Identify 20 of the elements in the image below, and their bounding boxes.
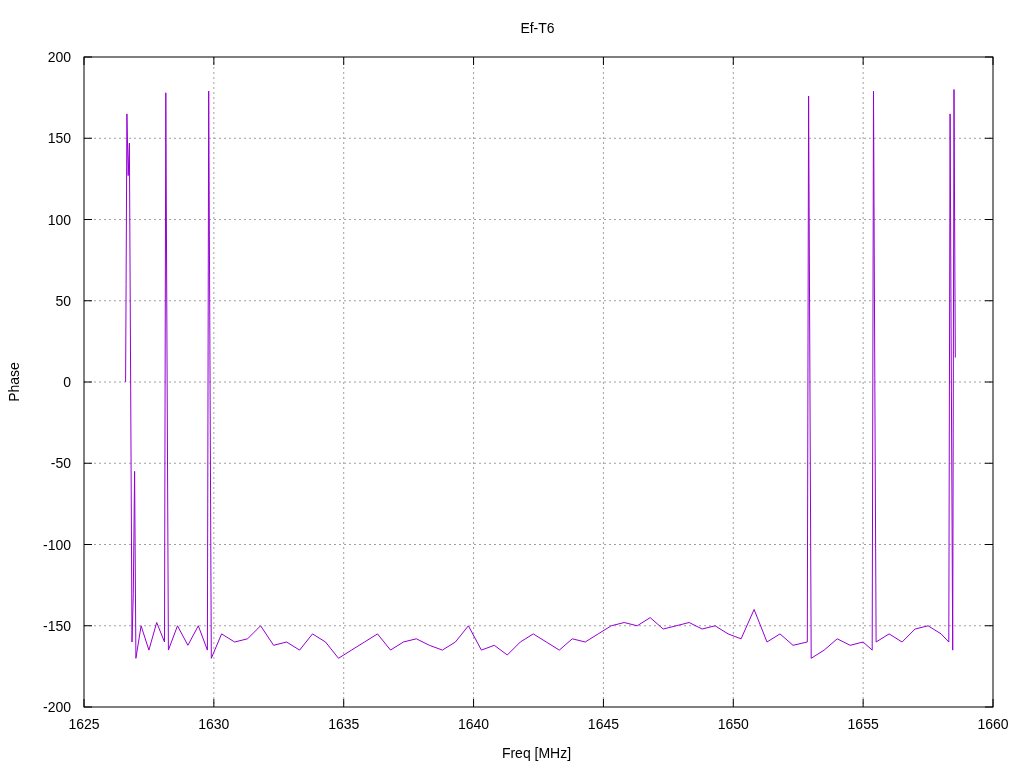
y-tick-label: -200: [42, 699, 71, 715]
x-tick-label: 1625: [68, 716, 100, 732]
y-tick-label: 100: [47, 211, 71, 228]
x-tick-label: 1630: [198, 716, 230, 732]
x-tick-label: 1660: [977, 716, 1009, 732]
x-tick-label: 1635: [328, 716, 360, 732]
y-tick-label: -150: [42, 617, 71, 634]
chart-title: Ef-T6: [520, 20, 555, 36]
y-tick-label: 0: [63, 374, 71, 390]
y-tick-label: -50: [50, 455, 71, 472]
y-tick-label: 200: [47, 49, 71, 65]
y-tick-label: 150: [47, 130, 71, 147]
x-axis-label: Freq [MHz]: [501, 745, 572, 761]
y-tick-label: 50: [55, 292, 71, 309]
y-tick-label: -100: [42, 536, 71, 553]
x-tick-label: 1640: [458, 716, 490, 732]
x-tick-label: 1650: [717, 716, 749, 732]
x-tick-label: 1645: [587, 716, 619, 732]
x-tick-label: 1655: [847, 716, 879, 732]
y-axis-label: Phase: [6, 362, 22, 402]
